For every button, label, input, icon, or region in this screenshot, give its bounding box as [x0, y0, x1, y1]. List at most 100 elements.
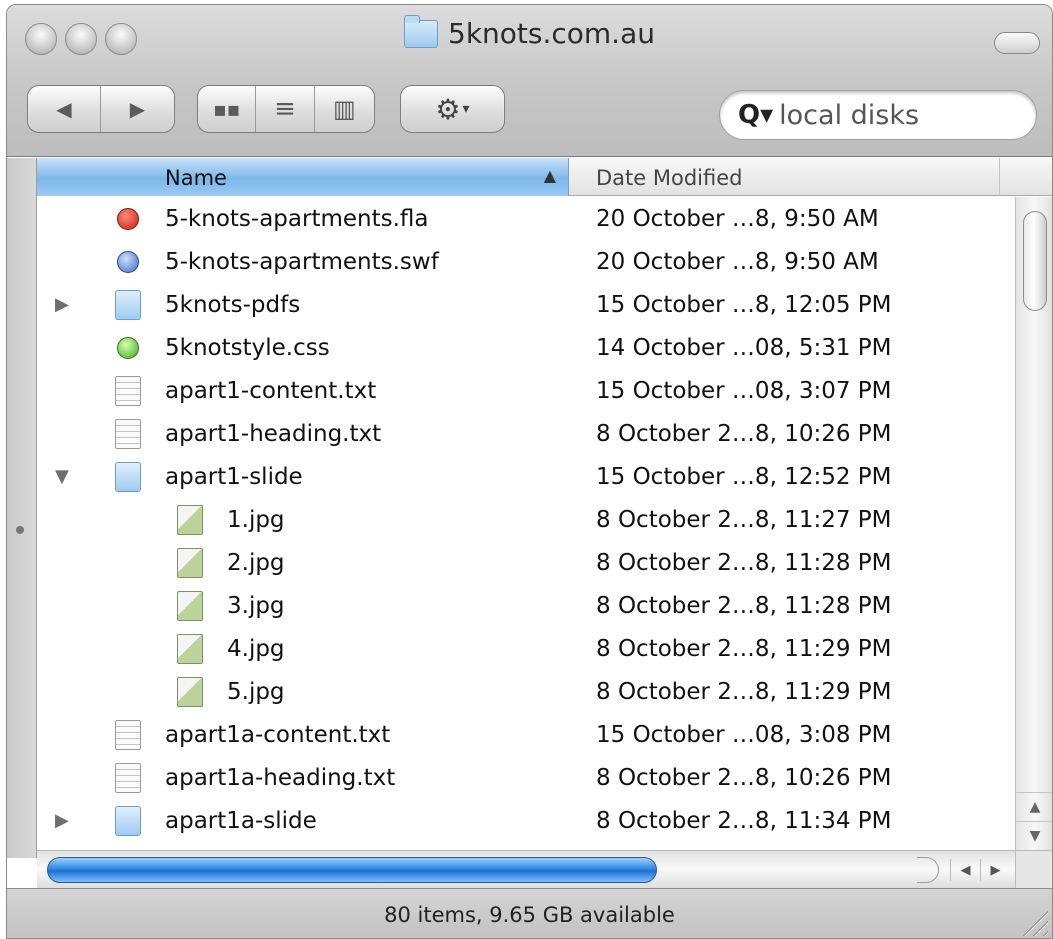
file-name: 5-knots-apartments.fla	[165, 206, 429, 232]
resize-grip-icon[interactable]	[1022, 910, 1048, 936]
file-name: 4.jpg	[227, 636, 285, 662]
status-bar: 80 items, 9.65 GB available	[7, 888, 1052, 938]
file-date-modified: 8 October 2…8, 11:29 PM	[596, 636, 892, 662]
file-name: 5-knots-apartments.swf	[165, 249, 439, 275]
horizontal-scroll-arrows: ◀ ▶	[950, 859, 1010, 881]
search-field[interactable]: Q▾	[719, 90, 1037, 140]
list-item[interactable]: ▶ apart1a-slide 8 October 2…8, 11:34 PM	[37, 799, 1015, 842]
file-name: apart1a-content.txt	[165, 722, 391, 748]
list-item[interactable]: 5knotstyle.css 14 October …08, 5:31 PM	[37, 326, 1015, 369]
file-name: 2.jpg	[227, 550, 285, 576]
back-arrow-icon[interactable]: ◀	[28, 86, 101, 132]
file-name: apart1-content.txt	[165, 378, 377, 404]
text-document-icon	[115, 419, 141, 449]
vertical-scrollbar[interactable]: ▲ ▼	[1015, 197, 1052, 850]
status-text: 80 items, 9.65 GB available	[384, 903, 675, 927]
window-title: 5knots.com.au	[404, 14, 655, 50]
flash-document-icon	[117, 208, 139, 230]
file-name: apart1a-slide	[165, 808, 317, 834]
list-item[interactable]: apart1a-content.txt 15 October …08, 3:08 …	[37, 713, 1015, 756]
disclosure-closed-icon[interactable]: ▶	[55, 294, 69, 315]
list-item[interactable]: 1.jpg 8 October 2…8, 11:27 PM	[37, 498, 1015, 541]
file-name: 3.jpg	[227, 593, 285, 619]
forward-arrow-icon[interactable]: ▶	[101, 86, 174, 132]
file-date-modified: 20 October …8, 9:50 AM	[596, 206, 879, 232]
chevron-down-icon: ▾	[462, 101, 470, 117]
file-name: 5.jpg	[227, 679, 285, 705]
list-item[interactable]: 4.jpg 8 October 2…8, 11:29 PM	[37, 627, 1015, 670]
column-header-date-label: Date Modified	[596, 166, 743, 190]
list-item[interactable]: 3.jpg 8 October 2…8, 11:28 PM	[37, 584, 1015, 627]
disclosure-open-icon[interactable]: ▼	[55, 466, 69, 487]
column-header-date[interactable]: Date Modified	[570, 158, 1000, 196]
file-name: apart1-heading.txt	[165, 421, 382, 447]
window-toolbar: 5knots.com.au ◀ ▶ ▪▪ ≡ ▥ ⚙ ▾ Q▾	[7, 5, 1052, 157]
flash-movie-icon	[117, 251, 139, 273]
sort-ascending-icon: ▲	[543, 166, 556, 185]
file-name: apart1-slide	[165, 464, 303, 490]
view-mode-control: ▪▪ ≡ ▥	[197, 85, 375, 133]
scroll-up-arrow-icon[interactable]: ▲	[1016, 792, 1052, 820]
file-name: apart1a-heading.txt	[165, 765, 396, 791]
window-title-text: 5knots.com.au	[448, 17, 655, 50]
file-date-modified: 8 October 2…8, 10:26 PM	[596, 765, 892, 791]
folder-icon	[404, 14, 438, 48]
file-list: 5-knots-apartments.fla 20 October …8, 9:5…	[37, 197, 1015, 850]
file-date-modified: 8 October 2…8, 11:29 PM	[596, 679, 892, 705]
disclosure-closed-icon[interactable]: ▶	[55, 810, 69, 831]
file-date-modified: 14 October …08, 5:31 PM	[596, 335, 892, 361]
search-icon: Q▾	[738, 100, 774, 130]
list-item[interactable]: ▶ 5knots-pdfs 15 October …8, 12:05 PM	[37, 283, 1015, 326]
file-date-modified: 15 October …8, 12:52 PM	[596, 464, 892, 490]
scroll-right-arrow-icon[interactable]: ▶	[980, 859, 1010, 881]
list-item[interactable]: apart1-content.txt 15 October …08, 3:07 P…	[37, 369, 1015, 412]
column-header-name[interactable]: Name ▲	[37, 158, 569, 196]
list-header: Name ▲ Date Modified	[37, 158, 1052, 196]
icon-view-icon[interactable]: ▪▪	[198, 86, 257, 132]
horizontal-scrollbar[interactable]: ◀ ▶	[37, 850, 1015, 888]
folder-icon	[115, 290, 141, 320]
search-input[interactable]	[779, 99, 1000, 131]
text-document-icon	[115, 720, 141, 750]
list-item[interactable]: apart1a-heading.txt 8 October 2…8, 10:26 …	[37, 756, 1015, 799]
vertical-scroll-thumb[interactable]	[1023, 211, 1047, 311]
list-item[interactable]: 5.jpg 8 October 2…8, 11:29 PM	[37, 670, 1015, 713]
file-name: 5knots-pdfs	[165, 292, 301, 318]
file-date-modified: 15 October …08, 3:07 PM	[596, 378, 892, 404]
file-name: 5knotstyle.css	[165, 335, 330, 361]
file-date-modified: 20 October …8, 9:50 AM	[596, 249, 879, 275]
resize-handle-dot	[16, 526, 24, 534]
image-file-icon	[177, 548, 203, 578]
text-document-icon	[115, 763, 141, 793]
image-file-icon	[177, 591, 203, 621]
folder-icon	[115, 806, 141, 836]
text-document-icon	[115, 376, 141, 406]
list-item[interactable]: 5-knots-apartments.fla 20 October …8, 9:5…	[37, 197, 1015, 240]
sidebar-resize-strip[interactable]	[7, 158, 37, 858]
file-date-modified: 8 October 2…8, 11:34 PM	[596, 808, 892, 834]
column-header-name-label: Name	[165, 166, 227, 190]
list-item[interactable]: ▼ apart1-slide 15 October …8, 12:52 PM	[37, 455, 1015, 498]
file-name: 1.jpg	[227, 507, 285, 533]
title-area: 5knots.com.au	[7, 14, 1052, 57]
horizontal-scroll-thumb[interactable]	[47, 857, 657, 883]
column-view-icon[interactable]: ▥	[315, 86, 374, 132]
file-date-modified: 8 October 2…8, 11:27 PM	[596, 507, 892, 533]
file-date-modified: 8 October 2…8, 10:26 PM	[596, 421, 892, 447]
scroll-down-arrow-icon[interactable]: ▼	[1016, 821, 1052, 849]
image-file-icon	[177, 677, 203, 707]
file-date-modified: 8 October 2…8, 11:28 PM	[596, 593, 892, 619]
css-file-icon	[117, 337, 139, 359]
file-date-modified: 15 October …08, 3:08 PM	[596, 722, 892, 748]
file-date-modified: 8 October 2…8, 11:28 PM	[596, 550, 892, 576]
scroll-left-arrow-icon[interactable]: ◀	[950, 859, 980, 881]
list-item[interactable]: apart1-heading.txt 8 October 2…8, 10:26 P…	[37, 412, 1015, 455]
finder-window: 5knots.com.au ◀ ▶ ▪▪ ≡ ▥ ⚙ ▾ Q▾ local di…	[6, 4, 1053, 939]
list-item[interactable]: 5-knots-apartments.swf 20 October …8, 9:5…	[37, 240, 1015, 283]
scroll-corner	[1015, 850, 1052, 888]
horizontal-track-end	[917, 857, 939, 883]
file-date-modified: 15 October …8, 12:05 PM	[596, 292, 892, 318]
list-view-icon[interactable]: ≡	[256, 86, 315, 132]
action-button[interactable]: ⚙ ▾	[400, 85, 505, 133]
list-item[interactable]: 2.jpg 8 October 2…8, 11:28 PM	[37, 541, 1015, 584]
